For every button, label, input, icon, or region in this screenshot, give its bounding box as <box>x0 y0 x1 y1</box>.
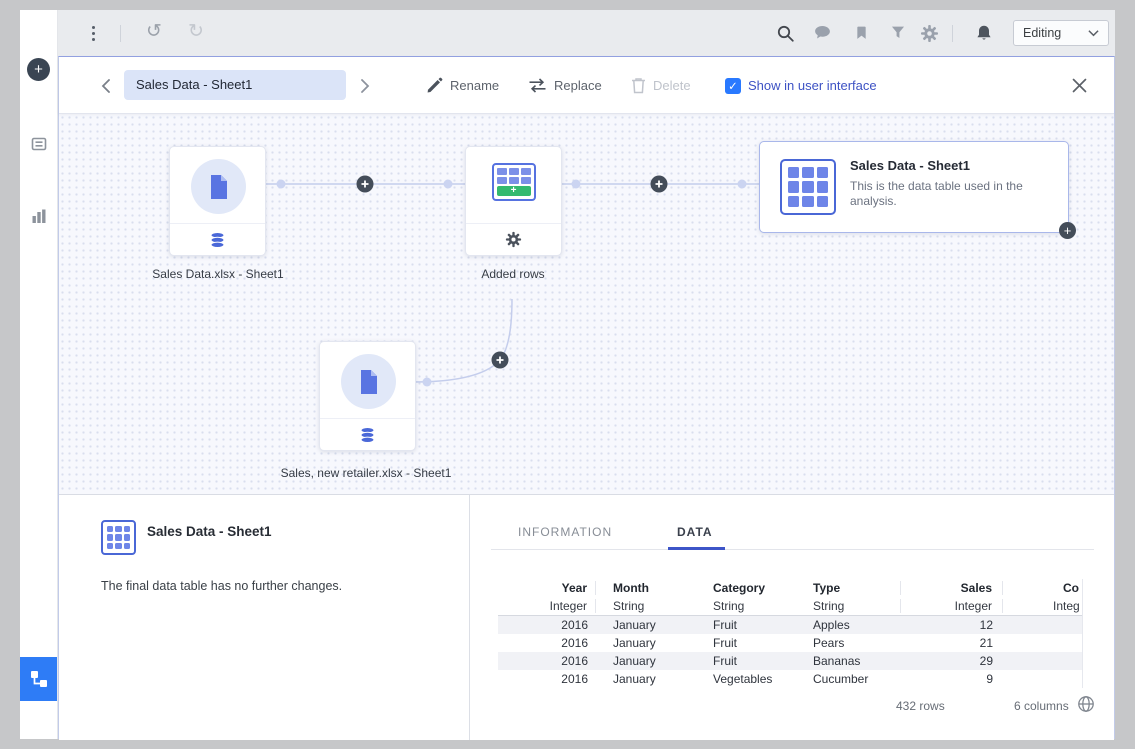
top-toolbar: ↺ ↻ Editing <box>58 10 1115 56</box>
node-label: Added rows <box>403 267 623 281</box>
table-types-row: Integer String String String Integer Int… <box>498 597 1082 615</box>
table-row: 2016 January Fruit Bananas 29 <box>498 652 1082 670</box>
tab-data[interactable]: DATA <box>677 525 713 539</box>
toolbar-divider <box>120 25 121 42</box>
replace-icon <box>528 78 547 93</box>
comments-icon[interactable] <box>813 24 832 41</box>
settings-gear-icon[interactable] <box>466 224 561 255</box>
details-description: The final data table has no further chan… <box>101 579 342 593</box>
check-icon: ✓ <box>728 79 738 93</box>
add-transformation-button[interactable] <box>492 352 509 369</box>
table-icon <box>780 159 836 215</box>
table-header: Year Month Category Type Sales Co Intege… <box>498 579 1082 616</box>
notifications-bell-icon[interactable] <box>975 24 993 42</box>
toolbar-divider <box>952 25 953 42</box>
added-rows-node[interactable]: + <box>465 146 562 256</box>
bookmark-icon[interactable] <box>854 24 869 41</box>
chevron-right-icon[interactable] <box>361 79 370 93</box>
trash-icon <box>631 77 646 94</box>
row-count: 432 rows <box>896 699 945 713</box>
database-icon <box>320 419 415 450</box>
column-count: 6 columns <box>1014 699 1069 713</box>
gear-icon[interactable] <box>920 24 939 43</box>
details-title: Sales Data - Sheet1 <box>147 524 272 539</box>
filter-icon[interactable] <box>890 24 906 40</box>
data-preview-table: Year Month Category Type Sales Co Intege… <box>498 579 1083 688</box>
redo-icon[interactable]: ↻ <box>188 22 204 41</box>
source-node-new-retailer[interactable] <box>319 341 416 451</box>
table-row: 2016 January Fruit Apples 12 <box>498 616 1082 634</box>
file-icon-circle <box>191 159 246 214</box>
data-preview-pane: INFORMATION DATA Year Month Category Typ… <box>470 495 1114 740</box>
show-in-ui-toggle[interactable]: ✓ Show in user interface <box>725 57 877 114</box>
editing-mode-label: Editing <box>1023 26 1061 40</box>
file-icon <box>209 175 229 199</box>
node-label: Sales Data.xlsx - Sheet1 <box>108 267 328 281</box>
add-transformation-button[interactable] <box>651 176 668 193</box>
plus-icon: + <box>34 61 43 78</box>
table-header-row: Year Month Category Type Sales Co <box>498 579 1082 597</box>
file-icon-circle <box>341 354 396 409</box>
bar-chart-icon[interactable] <box>31 208 47 224</box>
final-node-description: This is the data table used in the analy… <box>850 179 1058 209</box>
plus-row-icon: + <box>497 186 531 196</box>
editing-mode-dropdown[interactable]: Editing <box>1013 20 1109 46</box>
table-name-field[interactable]: Sales Data - Sheet1 <box>124 70 346 100</box>
replace-label: Replace <box>554 78 602 93</box>
data-canvas-button[interactable] <box>20 657 57 701</box>
close-icon[interactable] <box>1072 78 1087 93</box>
delete-button[interactable]: Delete <box>631 57 691 114</box>
tab-information[interactable]: INFORMATION <box>518 525 612 539</box>
search-icon[interactable] <box>776 24 795 43</box>
show-in-ui-label: Show in user interface <box>748 78 877 93</box>
checkbox-checked[interactable]: ✓ <box>725 78 741 94</box>
final-node-title: Sales Data - Sheet1 <box>850 158 970 173</box>
data-canvas-panel: Sales Data - Sheet1 Rename Replace Delet… <box>58 56 1115 739</box>
canvas-header-bar: Sales Data - Sheet1 Rename Replace Delet… <box>59 57 1114 114</box>
table-row: 2016 January Vegetables Cucumber 9 <box>498 670 1082 688</box>
active-tab-indicator <box>668 547 725 550</box>
final-table-node[interactable]: Sales Data - Sheet1 This is the data tab… <box>759 141 1069 233</box>
rename-button[interactable]: Rename <box>426 57 499 114</box>
undo-icon[interactable]: ↺ <box>146 22 162 41</box>
tab-underline <box>491 549 1094 550</box>
table-row: 2016 January Fruit Pears 21 <box>498 634 1082 652</box>
globe-icon[interactable] <box>1077 695 1095 713</box>
replace-button[interactable]: Replace <box>528 57 602 114</box>
data-canvas-icon <box>29 669 49 689</box>
delete-label: Delete <box>653 78 691 93</box>
data-canvas[interactable]: Sales Data.xlsx - Sheet1 + Added rows Sa… <box>59 114 1114 494</box>
source-node-sales-data[interactable] <box>169 146 266 256</box>
added-rows-icon: + <box>492 163 536 201</box>
details-area: Sales Data - Sheet1 The final data table… <box>59 494 1114 740</box>
pages-icon[interactable] <box>31 136 47 152</box>
app-sidebar: + <box>20 10 58 739</box>
pencil-icon <box>426 77 443 94</box>
file-icon <box>359 370 379 394</box>
rename-label: Rename <box>450 78 499 93</box>
add-output-button[interactable]: + <box>1059 222 1076 239</box>
database-icon <box>170 224 265 255</box>
node-label: Sales, new retailer.xlsx - Sheet1 <box>256 466 476 480</box>
chevron-left-icon[interactable] <box>101 79 110 93</box>
menu-kebab-icon[interactable] <box>92 26 95 41</box>
add-button[interactable]: + <box>27 58 50 81</box>
add-transformation-button[interactable] <box>357 176 374 193</box>
chevron-down-icon <box>1088 29 1099 37</box>
table-icon <box>101 520 136 555</box>
